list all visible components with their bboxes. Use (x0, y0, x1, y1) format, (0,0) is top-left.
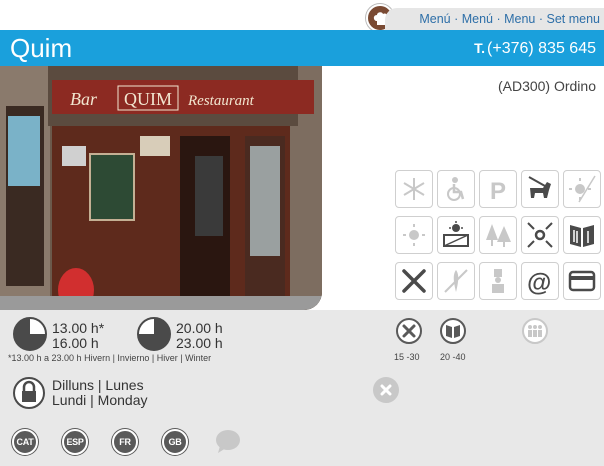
menu-price-icon (440, 318, 466, 344)
closed-day-line1: Dilluns | Lunes (52, 377, 144, 393)
language-esp[interactable]: ESP (62, 429, 88, 455)
phone-value: (+376) 835 645 (487, 40, 596, 57)
gluten-free-icon (437, 262, 475, 300)
clock-icon-lunch (12, 316, 48, 352)
cutlery-icon (395, 262, 433, 300)
phone-prefix: T. (474, 40, 486, 56)
close-icon (373, 377, 399, 403)
restaurant-photo: Bar QUIM Restaurant (0, 66, 322, 310)
header-bar: Quim T. (+376) 835 645 (0, 30, 604, 66)
menu-price-range: 20 -40 (440, 352, 466, 362)
dog-icon (521, 170, 559, 208)
wheelchair-icon (437, 170, 475, 208)
dinner-close: 23.00 h (176, 335, 223, 351)
trees-icon (479, 216, 517, 254)
sign-bar: Bar (70, 89, 98, 109)
sun-icon (563, 170, 601, 208)
sun-small-icon (395, 216, 433, 254)
parking-icon: P (479, 170, 517, 208)
lunch-close: 16.00 h (52, 335, 99, 351)
cutlery-price-range: 15 -30 (394, 352, 420, 362)
group-icon (522, 318, 548, 344)
phone-number[interactable]: T. (+376) 835 645 (474, 39, 596, 58)
location: (AD300) Ordino (497, 78, 596, 94)
email-icon: @ (521, 262, 559, 300)
lunch-open: 13.00 h* (52, 320, 105, 336)
language-gb[interactable]: GB (162, 429, 188, 455)
snowflake-icon (395, 170, 433, 208)
language-fr[interactable]: FR (112, 429, 138, 455)
closed-day-line2: Lundi | Monday (52, 392, 148, 408)
terrace-icon (437, 216, 475, 254)
dinner-open: 20.00 h (176, 320, 223, 336)
svg-text:@: @ (527, 269, 551, 296)
menu-links[interactable]: Menú · Menú · Menu · Set menu (385, 8, 604, 30)
credit-card-icon (563, 262, 601, 300)
services-grid: P @ (395, 170, 603, 308)
clock-icon-dinner (136, 316, 172, 352)
center-icon (521, 216, 559, 254)
speech-bubble-icon[interactable] (214, 428, 242, 454)
sign-quim: QUIM (124, 89, 172, 109)
svg-text:P: P (490, 178, 506, 204)
winter-hours-note: *13.00 h a 23.00 h Hivern | Invierno | H… (8, 353, 212, 363)
cutlery-price-icon (396, 318, 422, 344)
sign-restaurant: Restaurant (187, 93, 255, 109)
page-title: Quim (10, 33, 73, 63)
top-strip: Menú · Menú · Menu · Set menu (0, 0, 604, 32)
lock-icon (12, 376, 46, 410)
menu-book-icon (563, 216, 601, 254)
chef-icon (479, 262, 517, 300)
language-cat[interactable]: CAT (12, 429, 38, 455)
